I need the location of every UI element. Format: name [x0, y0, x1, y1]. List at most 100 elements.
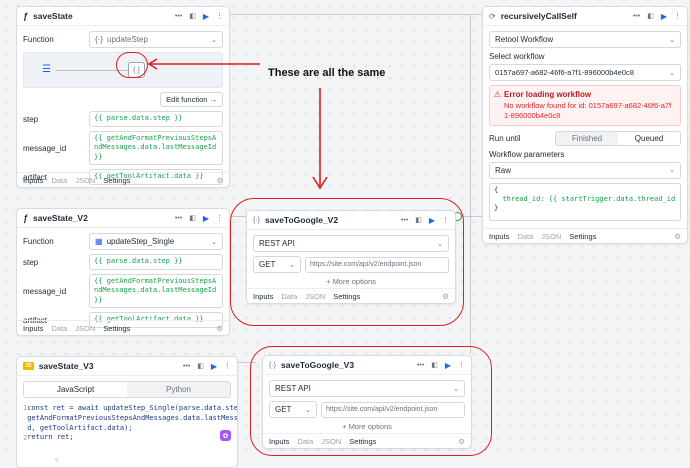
- function-label: Function: [23, 35, 54, 44]
- step-input[interactable]: {{ parse.data.step }}: [89, 254, 223, 270]
- run-icon[interactable]: ▶: [203, 12, 209, 21]
- params-label: Workflow parameters: [489, 149, 565, 159]
- block-header: ⟳ recursivelyCallSelf ••• ◧ ▶ ⋮: [483, 7, 687, 26]
- run-icon[interactable]: ▶: [661, 12, 667, 21]
- run-until-toggle: Finished Queued: [555, 130, 681, 146]
- expand-icon[interactable]: ◧: [197, 362, 204, 370]
- menu-icon[interactable]: ⋮: [216, 12, 223, 20]
- block-savestate-v2[interactable]: ƒ saveState_V2 ••• ◧ ▶ ⋮ Function ▦ updat…: [16, 208, 230, 336]
- language-toggle: JavaScript Python: [23, 381, 231, 398]
- params-format-select[interactable]: Raw ⌄: [489, 161, 681, 179]
- workflow-select[interactable]: 0157a697-a682-46f6-a7f1-896000b4e0c8 ⌄: [489, 64, 681, 81]
- table-icon: ▦: [95, 237, 103, 246]
- annotation-circle: [250, 346, 492, 456]
- tab-inputs[interactable]: Inputs: [23, 176, 43, 185]
- block-header: JS saveState_V3 ••• ◧ ▶ ⋮: [17, 357, 237, 376]
- tab-settings[interactable]: Settings: [569, 232, 596, 241]
- message-id-input[interactable]: {{ getAndFormatPreviousStepsAndMessages.…: [89, 274, 223, 309]
- block-title[interactable]: recursivelyCallSelf: [501, 11, 628, 21]
- tab-javascript[interactable]: JavaScript: [24, 382, 127, 397]
- resource-select[interactable]: Retool Workflow ⌄: [489, 31, 681, 48]
- tab-python[interactable]: Python: [127, 382, 230, 397]
- param-label: message_id: [23, 143, 67, 153]
- tab-settings[interactable]: Settings: [103, 324, 130, 333]
- code-line: d, getToolArtifact.data);: [27, 423, 133, 432]
- database-icon: ☰: [42, 64, 51, 75]
- function-icon: ƒ: [23, 213, 29, 223]
- select-workflow-label: Select workflow: [489, 52, 545, 61]
- function-select[interactable]: {·} updateStep ⌄: [89, 31, 223, 48]
- function-icon: {·}: [95, 35, 104, 44]
- run-until-queued[interactable]: Queued: [618, 131, 680, 145]
- chevron-down-icon: ⌄: [211, 36, 217, 44]
- tab-json[interactable]: JSON: [541, 232, 561, 241]
- step-input[interactable]: {{ parse.data.step }}: [89, 111, 223, 127]
- connector-line: [228, 14, 482, 15]
- run-until-label: Run until: [489, 133, 521, 143]
- annotation-circle: [230, 198, 464, 326]
- more-icon[interactable]: •••: [175, 215, 182, 222]
- expand-icon[interactable]: ◧: [647, 12, 654, 20]
- params-editor[interactable]: { thread_id: {{ startTrigger.data.thread…: [489, 182, 681, 221]
- tab-inputs[interactable]: Inputs: [489, 232, 509, 241]
- more-icon[interactable]: •••: [183, 363, 190, 370]
- function-icon: ƒ: [23, 11, 29, 21]
- param-label: step: [23, 114, 39, 124]
- run-until-finished[interactable]: Finished: [556, 131, 618, 145]
- tab-inputs[interactable]: Inputs: [23, 324, 43, 333]
- more-icon[interactable]: •••: [175, 13, 182, 20]
- error-message: No workflow found for id: 0157a697-a682-…: [504, 101, 672, 120]
- param-label: step: [23, 257, 39, 267]
- tab-data[interactable]: Data: [51, 324, 67, 333]
- menu-icon[interactable]: ⋮: [224, 362, 231, 370]
- chevron-down-icon: ⌄: [669, 36, 675, 44]
- block-savestate-v3[interactable]: JS saveState_V3 ••• ◧ ▶ ⋮ JavaScript Pyt…: [16, 356, 238, 468]
- tab-data[interactable]: Data: [51, 176, 67, 185]
- assist-icon[interactable]: ✿: [220, 430, 231, 441]
- gear-icon[interactable]: ⚙: [216, 324, 223, 333]
- more-icon[interactable]: •••: [633, 13, 640, 20]
- edit-function-button[interactable]: Edit function →: [160, 92, 223, 107]
- chevron-down-icon: ⌄: [669, 167, 675, 174]
- block-savestate[interactable]: ƒ saveState ••• ◧ ▶ ⋮ Function {·} update…: [16, 6, 230, 188]
- block-title[interactable]: saveState_V2: [33, 213, 170, 223]
- chevron-down-icon: ⌄: [211, 238, 217, 246]
- tab-json[interactable]: JSON: [75, 176, 95, 185]
- connector-line: [470, 14, 471, 354]
- chevron-down-icon: ⌄: [669, 69, 675, 77]
- gear-icon[interactable]: ⚙: [674, 232, 681, 241]
- javascript-icon: JS: [23, 362, 34, 370]
- annotation-circle: [116, 52, 148, 78]
- block-title[interactable]: saveState_V3: [39, 361, 178, 371]
- error-box: ⚠ Error loading workflow No workflow fou…: [489, 85, 681, 126]
- bottom-tabs: Inputs Data JSON Settings ⚙: [17, 320, 229, 335]
- tab-settings[interactable]: Settings: [103, 176, 130, 185]
- param-label: message_id: [23, 286, 67, 296]
- annotation-text: These are all the same: [268, 67, 386, 79]
- block-recursively-call-self[interactable]: ⟳ recursivelyCallSelf ••• ◧ ▶ ⋮ Retool W…: [482, 6, 688, 244]
- gear-icon[interactable]: ⚙: [216, 176, 223, 185]
- menu-icon[interactable]: ⋮: [216, 214, 223, 222]
- bottom-tabs: Inputs Data JSON Settings ⚙: [483, 228, 687, 243]
- menu-icon[interactable]: ⋮: [674, 12, 681, 20]
- code-editor[interactable]: 1 2 const ret = await updateStep_Single(…: [23, 404, 237, 444]
- function-select[interactable]: ▦ updateStep_Single ⌄: [89, 233, 223, 250]
- error-title: Error loading workflow: [504, 90, 592, 99]
- block-title[interactable]: saveState: [33, 11, 170, 21]
- code-line: getAndFormatPreviousStepsAndMessages.dat…: [27, 413, 238, 422]
- bottom-tabs: Inputs Data JSON Settings ⚙: [17, 172, 229, 187]
- block-header: ƒ saveState_V2 ••• ◧ ▶ ⋮: [17, 209, 229, 228]
- block-header: ƒ saveState ••• ◧ ▶ ⋮: [17, 7, 229, 26]
- expand-icon[interactable]: ◧: [189, 214, 196, 222]
- message-id-input[interactable]: {{ getAndFormatPreviousStepsAndMessages.…: [89, 131, 223, 166]
- run-icon[interactable]: ▶: [211, 362, 217, 371]
- bottom-handle[interactable]: ▿: [55, 456, 59, 464]
- tab-data[interactable]: Data: [517, 232, 533, 241]
- code-line: const ret = await updateStep_Single(pars…: [27, 404, 238, 412]
- workflow-icon: ⟳: [489, 11, 496, 21]
- function-label: Function: [23, 237, 54, 246]
- expand-icon[interactable]: ◧: [189, 12, 196, 20]
- run-icon[interactable]: ▶: [203, 214, 209, 223]
- tab-json[interactable]: JSON: [75, 324, 95, 333]
- code-line: return ret;: [27, 433, 74, 442]
